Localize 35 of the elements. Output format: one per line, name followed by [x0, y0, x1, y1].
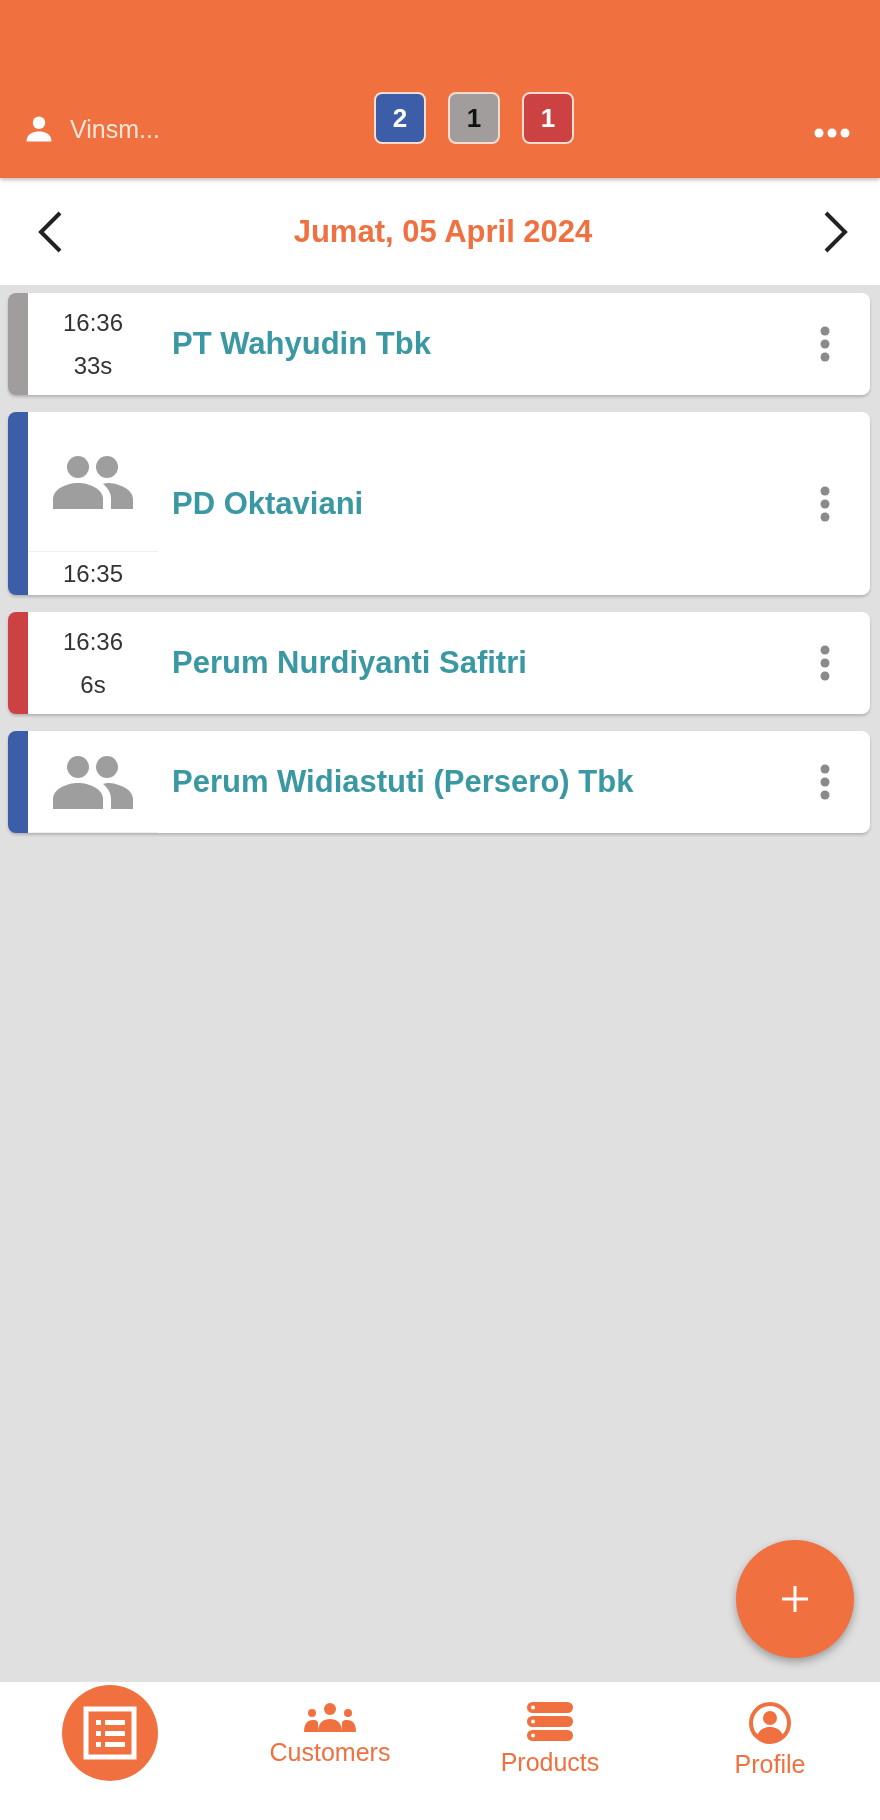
kebab-icon — [820, 485, 830, 522]
stack-icon — [527, 1702, 573, 1742]
visit-card[interactable]: 16:36 6s Perum Nurdiyanti Safitri — [8, 612, 870, 714]
customer-name: Perum Nurdiyanti Safitri — [171, 645, 528, 681]
list-icon — [83, 1706, 137, 1760]
customer-name: PT Wahyudin Tbk — [171, 326, 432, 362]
date-title: Jumat, 05 April 2024 — [293, 213, 593, 250]
customer-name: PD Oktaviani — [171, 485, 365, 522]
visit-card[interactable]: 16:36 33s PT Wahyudin Tbk — [8, 293, 870, 395]
profile-icon — [749, 1702, 791, 1744]
visit-duration: 33s — [73, 351, 113, 381]
nav-tab[interactable]: Profile — [660, 1682, 880, 1820]
user-icon — [24, 114, 54, 144]
group-icon — [53, 754, 133, 809]
count-badge: 2 — [374, 92, 426, 144]
add-button[interactable] — [736, 1540, 854, 1658]
visit-time: 16:35 — [62, 559, 124, 589]
visit-duration: 6s — [80, 670, 106, 700]
user-name: Vinsm... — [70, 114, 160, 144]
kebab-icon — [820, 326, 830, 362]
visit-card[interactable]: 16:35 PD Oktaviani — [8, 412, 870, 595]
visit-card[interactable]: Perum Widiastuti (Persero) Tbk — [8, 731, 870, 833]
group-icon — [53, 454, 133, 509]
count-badge: 1 — [522, 92, 574, 144]
kebab-icon — [820, 645, 830, 681]
customer-name: Perum Widiastuti (Persero) Tbk — [171, 764, 635, 800]
visit-time: 16:36 — [62, 308, 124, 338]
nav-tab[interactable]: Products — [440, 1682, 660, 1820]
plus-icon — [780, 1584, 810, 1614]
visit-time: 16:36 — [62, 627, 124, 657]
kebab-icon — [820, 764, 830, 800]
people-icon — [304, 1702, 356, 1732]
nav-tab[interactable]: Customers — [220, 1682, 440, 1820]
count-badge: 1 — [448, 92, 500, 144]
more-icon — [814, 128, 850, 138]
